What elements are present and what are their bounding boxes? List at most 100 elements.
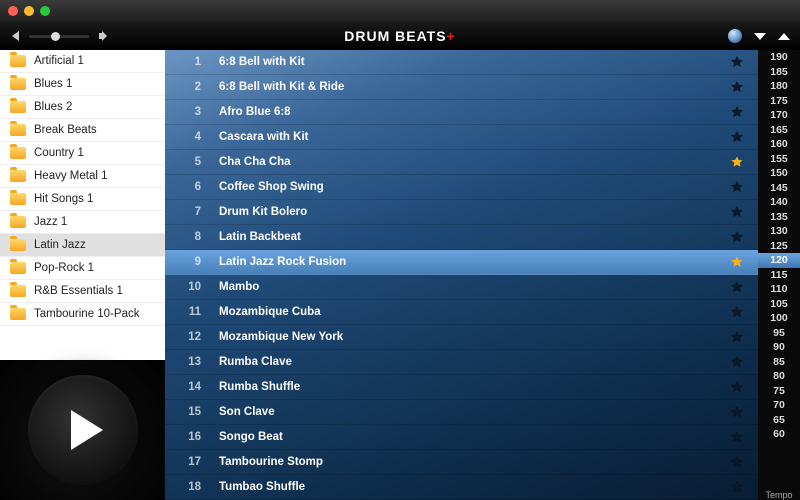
folder-item[interactable]: Country 1 bbox=[0, 142, 165, 165]
favorite-star-icon[interactable] bbox=[730, 330, 744, 344]
favorite-star-icon[interactable] bbox=[730, 105, 744, 119]
tempo-item[interactable]: 145 bbox=[758, 181, 800, 196]
folder-item[interactable]: Hit Songs 1 bbox=[0, 188, 165, 211]
folder-item[interactable]: Break Beats bbox=[0, 119, 165, 142]
sidebar: Artificial 1Blues 1Blues 2Break BeatsCou… bbox=[0, 50, 165, 500]
folder-item[interactable]: Heavy Metal 1 bbox=[0, 165, 165, 188]
folder-icon bbox=[10, 78, 26, 90]
track-row[interactable]: 6Coffee Shop Swing bbox=[165, 175, 758, 200]
track-row[interactable]: 8Latin Backbeat bbox=[165, 225, 758, 250]
tempo-item[interactable]: 160 bbox=[758, 137, 800, 152]
folder-icon bbox=[10, 55, 26, 67]
tempo-item[interactable]: 110 bbox=[758, 282, 800, 297]
tempo-item[interactable]: 185 bbox=[758, 65, 800, 80]
folder-item[interactable]: Jazz 1 bbox=[0, 211, 165, 234]
speaker-icon bbox=[99, 31, 111, 41]
back-button[interactable] bbox=[12, 31, 19, 41]
track-row[interactable]: 10Mambo bbox=[165, 275, 758, 300]
tempo-item[interactable]: 135 bbox=[758, 210, 800, 225]
favorite-star-icon[interactable] bbox=[730, 280, 744, 294]
track-row[interactable]: 7Drum Kit Bolero bbox=[165, 200, 758, 225]
tempo-item[interactable]: 85 bbox=[758, 355, 800, 370]
window-close-button[interactable] bbox=[8, 6, 18, 16]
favorite-star-icon[interactable] bbox=[730, 155, 744, 169]
folder-item[interactable]: Blues 1 bbox=[0, 73, 165, 96]
track-number: 7 bbox=[179, 206, 201, 218]
tempo-item[interactable]: 90 bbox=[758, 340, 800, 355]
track-number: 1 bbox=[179, 56, 201, 68]
tempo-item[interactable]: 165 bbox=[758, 123, 800, 138]
track-list[interactable]: 16:8 Bell with Kit26:8 Bell with Kit & R… bbox=[165, 50, 758, 500]
play-button[interactable] bbox=[28, 375, 138, 485]
favorite-star-icon[interactable] bbox=[730, 430, 744, 444]
track-row[interactable]: 11Mozambique Cuba bbox=[165, 300, 758, 325]
tempo-item[interactable]: 65 bbox=[758, 413, 800, 428]
favorite-star-icon[interactable] bbox=[730, 255, 744, 269]
track-row[interactable]: 16:8 Bell with Kit bbox=[165, 50, 758, 75]
tempo-list[interactable]: 1901851801751701651601551501451401351301… bbox=[758, 50, 800, 484]
volume-slider[interactable] bbox=[29, 35, 89, 38]
tempo-item[interactable]: 140 bbox=[758, 195, 800, 210]
track-row[interactable]: 9Latin Jazz Rock Fusion bbox=[165, 250, 758, 275]
favorite-star-icon[interactable] bbox=[730, 455, 744, 469]
track-name: Rumba Shuffle bbox=[219, 381, 730, 393]
tempo-item[interactable]: 70 bbox=[758, 398, 800, 413]
track-row[interactable]: 5Cha Cha Cha bbox=[165, 150, 758, 175]
folder-item[interactable]: Blues 2 bbox=[0, 96, 165, 119]
folder-item[interactable]: Latin Jazz bbox=[0, 234, 165, 257]
track-number: 10 bbox=[179, 281, 201, 293]
folder-item[interactable]: Artificial 1 bbox=[0, 50, 165, 73]
track-row[interactable]: 13Rumba Clave bbox=[165, 350, 758, 375]
folder-item[interactable]: R&B Essentials 1 bbox=[0, 280, 165, 303]
favorite-star-icon[interactable] bbox=[730, 355, 744, 369]
tempo-item[interactable]: 125 bbox=[758, 239, 800, 254]
tempo-item[interactable]: 155 bbox=[758, 152, 800, 167]
track-row[interactable]: 15Son Clave bbox=[165, 400, 758, 425]
folder-item[interactable]: Pop-Rock 1 bbox=[0, 257, 165, 280]
favorite-star-icon[interactable] bbox=[730, 180, 744, 194]
track-row[interactable]: 12Mozambique New York bbox=[165, 325, 758, 350]
tempo-item[interactable]: 190 bbox=[758, 50, 800, 65]
tempo-item[interactable]: 100 bbox=[758, 311, 800, 326]
favorite-star-icon[interactable] bbox=[730, 405, 744, 419]
folder-label: R&B Essentials 1 bbox=[34, 285, 123, 297]
track-row[interactable]: 16Songo Beat bbox=[165, 425, 758, 450]
tempo-item[interactable]: 105 bbox=[758, 297, 800, 312]
window-minimize-button[interactable] bbox=[24, 6, 34, 16]
tempo-item[interactable]: 80 bbox=[758, 369, 800, 384]
tempo-item[interactable]: 130 bbox=[758, 224, 800, 239]
menu-down-button[interactable] bbox=[754, 33, 766, 40]
tempo-item[interactable]: 60 bbox=[758, 427, 800, 442]
tempo-item[interactable]: 180 bbox=[758, 79, 800, 94]
window-zoom-button[interactable] bbox=[40, 6, 50, 16]
favorite-star-icon[interactable] bbox=[730, 80, 744, 94]
favorite-star-icon[interactable] bbox=[730, 480, 744, 494]
play-area bbox=[0, 360, 165, 500]
tempo-item[interactable]: 170 bbox=[758, 108, 800, 123]
menu-up-button[interactable] bbox=[778, 33, 790, 40]
track-row[interactable]: 26:8 Bell with Kit & Ride bbox=[165, 75, 758, 100]
favorite-star-icon[interactable] bbox=[730, 380, 744, 394]
tempo-item[interactable]: 175 bbox=[758, 94, 800, 109]
folder-icon bbox=[10, 216, 26, 228]
favorite-star-icon[interactable] bbox=[730, 55, 744, 69]
globe-icon[interactable] bbox=[728, 29, 742, 43]
track-row[interactable]: 3Afro Blue 6:8 bbox=[165, 100, 758, 125]
folder-item[interactable]: Tambourine 10-Pack bbox=[0, 303, 165, 326]
favorite-star-icon[interactable] bbox=[730, 130, 744, 144]
tempo-item[interactable]: 115 bbox=[758, 268, 800, 283]
track-row[interactable]: 17Tambourine Stomp bbox=[165, 450, 758, 475]
favorite-star-icon[interactable] bbox=[730, 230, 744, 244]
tempo-item[interactable]: 150 bbox=[758, 166, 800, 181]
track-name: Mozambique New York bbox=[219, 331, 730, 343]
track-number: 3 bbox=[179, 106, 201, 118]
folder-list[interactable]: Artificial 1Blues 1Blues 2Break BeatsCou… bbox=[0, 50, 165, 360]
track-row[interactable]: 14Rumba Shuffle bbox=[165, 375, 758, 400]
tempo-item[interactable]: 120 bbox=[758, 253, 800, 268]
track-row[interactable]: 4Cascara with Kit bbox=[165, 125, 758, 150]
tempo-item[interactable]: 95 bbox=[758, 326, 800, 341]
tempo-item[interactable]: 75 bbox=[758, 384, 800, 399]
favorite-star-icon[interactable] bbox=[730, 305, 744, 319]
favorite-star-icon[interactable] bbox=[730, 205, 744, 219]
track-row[interactable]: 18Tumbao Shuffle bbox=[165, 475, 758, 500]
